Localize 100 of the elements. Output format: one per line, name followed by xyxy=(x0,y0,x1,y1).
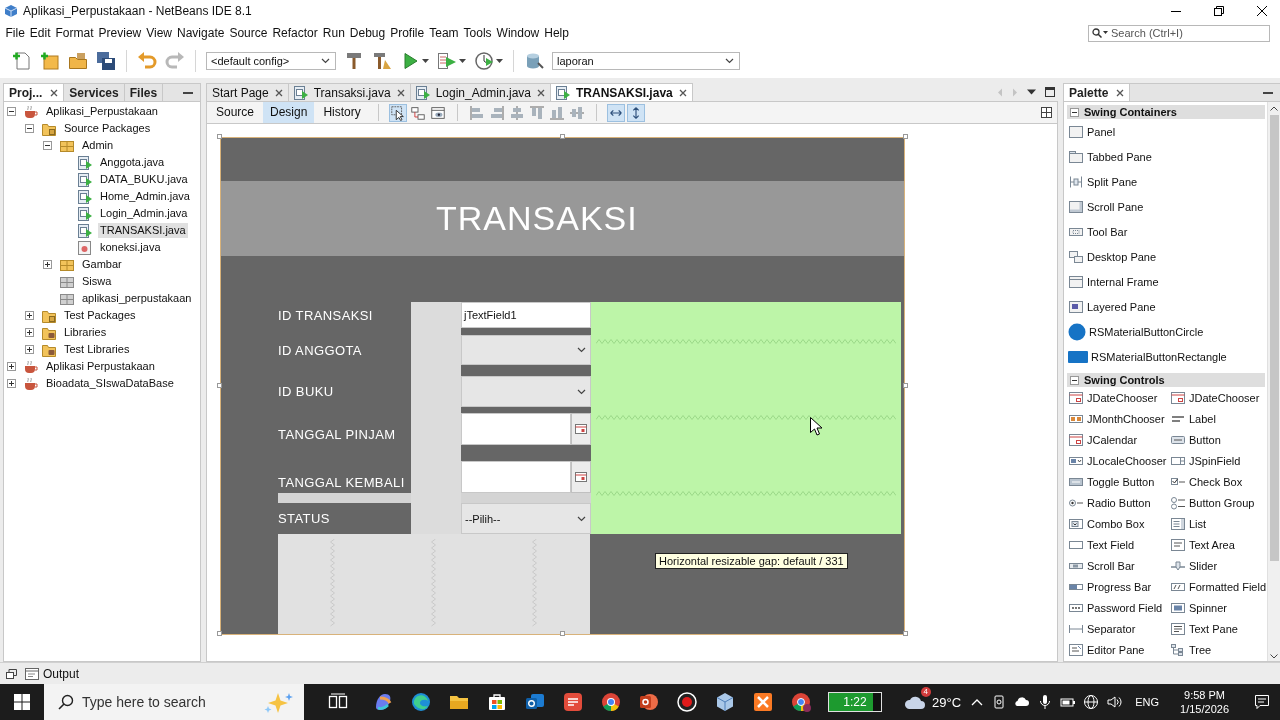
config-dropdown[interactable]: <default config> xyxy=(206,52,336,70)
component-item[interactable]: JLocaleChooser xyxy=(1067,450,1169,471)
explorer-node[interactable]: Source Packages xyxy=(62,121,153,136)
editor-tab[interactable]: Transaksi.java xyxy=(287,83,411,101)
weather-temperature[interactable]: 29°C xyxy=(932,694,962,710)
component-item[interactable]: Button Group xyxy=(1169,492,1267,513)
explorer-node[interactable]: Aplikasi_Perpustakaan xyxy=(44,104,160,119)
collapse-icon[interactable] xyxy=(25,124,34,133)
app-icon[interactable] xyxy=(752,691,774,713)
menu-item[interactable]: Profile xyxy=(387,24,427,42)
menu-item[interactable]: Navigate xyxy=(174,24,227,42)
globe-icon[interactable] xyxy=(1083,694,1100,710)
expand-icon[interactable] xyxy=(7,379,16,388)
date-field[interactable] xyxy=(461,413,571,445)
chevron-up-icon[interactable] xyxy=(970,697,985,707)
explorer-node[interactable]: Aplikasi Perpustakaan xyxy=(44,359,157,374)
caret-icon[interactable] xyxy=(422,59,429,63)
component-item[interactable]: Separator xyxy=(1067,618,1169,639)
expand-icon[interactable] xyxy=(25,328,34,337)
explorer-node[interactable]: Anggota.java xyxy=(98,155,167,170)
notification-icon[interactable] xyxy=(1254,694,1270,710)
menu-item[interactable]: Source xyxy=(226,24,270,42)
caret-icon[interactable] xyxy=(496,59,503,63)
window-tab[interactable]: Palette xyxy=(1064,84,1131,101)
menu-item[interactable]: Format xyxy=(53,24,97,42)
close-icon[interactable] xyxy=(678,88,687,97)
component-item[interactable]: Internal Frame xyxy=(1067,269,1265,294)
maximize-icon[interactable] xyxy=(1045,87,1055,97)
calendar-button[interactable] xyxy=(571,461,591,493)
component-item[interactable]: Toggle Button xyxy=(1067,471,1169,492)
window-tab[interactable]: Files xyxy=(124,84,164,101)
collapse-icon[interactable] xyxy=(43,141,52,150)
hammer-icon[interactable] xyxy=(344,51,364,71)
explorer-node[interactable]: Bioadata_SIswaDataBase xyxy=(44,376,176,391)
view-tab[interactable]: Design xyxy=(263,102,315,123)
combo-box[interactable]: --Pilih-- xyxy=(461,503,591,534)
component-item[interactable]: Text Pane xyxy=(1169,618,1267,639)
component-item[interactable]: Password Field xyxy=(1067,597,1169,618)
component-item[interactable]: List xyxy=(1169,513,1267,534)
component-item[interactable]: JSpinField xyxy=(1169,450,1267,471)
component-item[interactable]: JCalendar xyxy=(1067,429,1169,450)
taskbar-search-field[interactable]: Type here to search xyxy=(44,684,304,720)
explorer-node[interactable]: aplikasi_perpustakaan xyxy=(80,291,194,306)
explorer-node[interactable]: DATA_BUKU.java xyxy=(98,172,190,187)
explorer-node[interactable]: Libraries xyxy=(62,325,109,340)
component-item[interactable]: Panel xyxy=(1067,119,1265,144)
component-item[interactable]: Tabbed Pane xyxy=(1067,144,1265,169)
explorer-node[interactable]: Siswa xyxy=(80,274,114,289)
restore-icon[interactable] xyxy=(1214,6,1224,16)
resize-handle[interactable] xyxy=(217,134,222,139)
menu-item[interactable]: Refactor xyxy=(269,24,321,42)
open-project-icon[interactable] xyxy=(68,51,88,71)
component-item[interactable]: Editor Pane xyxy=(1067,639,1169,660)
explorer-node[interactable]: koneksi.java xyxy=(98,240,163,255)
window-tab[interactable]: Services xyxy=(64,84,125,101)
new-file-icon[interactable] xyxy=(12,51,32,71)
browser-icon[interactable] xyxy=(600,691,622,713)
menu-item[interactable]: Preview xyxy=(96,24,144,42)
profile-icon[interactable] xyxy=(474,51,494,71)
category-header[interactable]: Swing Controls xyxy=(1067,373,1265,387)
menu-item[interactable]: File xyxy=(3,24,28,42)
view-tab[interactable]: Source xyxy=(209,102,262,123)
component-item[interactable]: RSMaterialButtonRectangle xyxy=(1067,344,1265,369)
explorer-node[interactable]: Test Libraries xyxy=(62,342,132,357)
component-item[interactable]: Split Pane xyxy=(1067,169,1265,194)
component-item[interactable]: Progress Bar xyxy=(1067,576,1169,597)
editor-tab[interactable]: TRANSAKSI.java xyxy=(550,83,693,101)
caret-icon[interactable] xyxy=(459,59,466,63)
component-item[interactable]: Tool Bar xyxy=(1067,219,1265,244)
resize-handle[interactable] xyxy=(217,631,222,636)
close-icon[interactable] xyxy=(1257,6,1267,16)
browser-icon[interactable] xyxy=(790,691,812,713)
new-project-icon[interactable] xyxy=(40,51,60,71)
restore-icon[interactable] xyxy=(6,668,17,679)
debug-icon[interactable] xyxy=(437,51,457,71)
collapse-icon[interactable] xyxy=(1070,107,1079,117)
cube-icon[interactable] xyxy=(714,691,736,713)
menu-item[interactable]: Debug xyxy=(347,24,388,42)
component-item[interactable]: Radio Button xyxy=(1067,492,1169,513)
component-item[interactable]: Formatted Field xyxy=(1169,576,1267,597)
expand-icon[interactable] xyxy=(25,345,34,354)
app-icon[interactable] xyxy=(562,691,584,713)
category-header[interactable]: Swing Containers xyxy=(1067,105,1265,119)
component-item[interactable]: Tree xyxy=(1169,639,1267,660)
language-indicator[interactable]: ENG xyxy=(1135,696,1160,708)
clean-build-icon[interactable] xyxy=(372,51,392,71)
component-item[interactable]: Desktop Pane xyxy=(1067,244,1265,269)
component-item[interactable]: Scroll Pane xyxy=(1067,194,1265,219)
recording-timer[interactable]: 1:22 xyxy=(828,692,882,712)
resize-handle[interactable] xyxy=(903,134,908,139)
scroll-up-icon[interactable] xyxy=(1270,106,1278,111)
component-item[interactable]: Button xyxy=(1169,429,1267,450)
view-tab[interactable]: History xyxy=(316,102,368,123)
vertical-resize-icon[interactable] xyxy=(626,103,645,122)
close-icon[interactable] xyxy=(1116,88,1125,97)
component-item[interactable]: Text Field xyxy=(1067,534,1169,555)
explorer-node[interactable]: Test Packages xyxy=(62,308,138,323)
editor-tab[interactable]: Login_Admin.java xyxy=(409,83,552,101)
database-icon[interactable] xyxy=(524,51,544,71)
clock[interactable]: 9:58 PM 1/15/2026 xyxy=(1180,688,1229,716)
